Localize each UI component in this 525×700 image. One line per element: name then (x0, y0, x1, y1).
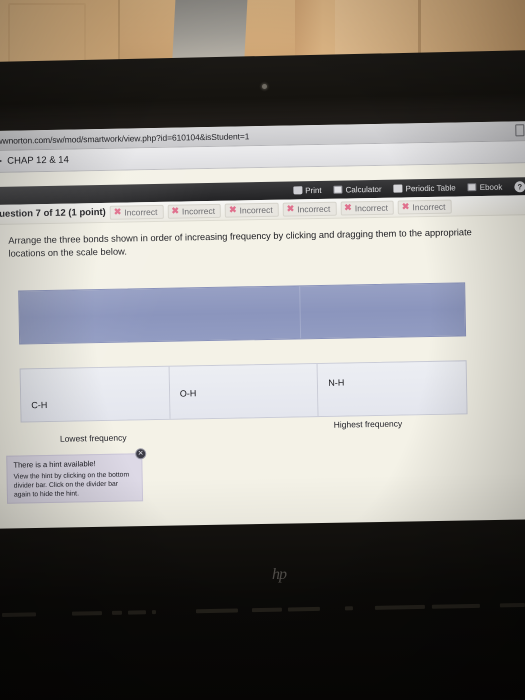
help-icon[interactable]: ? (514, 180, 525, 192)
bond-cell-nh[interactable]: N-H (317, 361, 467, 417)
status-badge[interactable]: ✖ Incorrect (282, 201, 337, 217)
bookmark-chap-12-14[interactable]: CHAP 12 & 14 (7, 155, 69, 167)
x-icon: ✖ (113, 206, 122, 217)
question-title: Question 7 of 12 (1 point) (0, 206, 106, 220)
bond-label: N-H (328, 377, 345, 388)
bond-cell-oh[interactable]: O-H (169, 364, 319, 419)
axis-label-highest: Highest frequency (333, 418, 403, 430)
bond-cells: C-H O-H N-H (19, 360, 468, 423)
laptop-screen: wwnorton.com/sw/mod/smartwork/view.php?i… (0, 121, 525, 543)
frequency-dropzone[interactable] (18, 282, 467, 345)
print-label: Print (305, 185, 322, 195)
status-badge[interactable]: ✖ Incorrect (224, 202, 279, 218)
hp-logo: hp (272, 566, 287, 583)
status-badge-label: Incorrect (297, 203, 331, 214)
printer-icon (293, 186, 303, 195)
bond-label: O-H (179, 388, 197, 399)
question-prompt: Arrange the three bonds shown in order o… (8, 227, 472, 260)
bond-label: C-H (31, 400, 48, 411)
periodic-table-button[interactable]: Periodic Table (393, 182, 456, 193)
url-text[interactable]: wwnorton.com/sw/mod/smartwork/view.php?i… (0, 131, 249, 146)
x-icon: ✖ (344, 202, 352, 213)
status-badge[interactable]: ✖ Incorrect (109, 204, 164, 220)
x-icon: ✖ (228, 204, 237, 215)
print-button[interactable]: Print (293, 185, 322, 195)
calculator-label: Calculator (345, 184, 382, 194)
bond-cell-ch[interactable]: C-H (20, 366, 171, 422)
status-badge-label: Incorrect (354, 202, 388, 213)
x-icon: ✖ (171, 205, 180, 216)
wall-gap (172, 0, 248, 58)
x-icon: ✖ (286, 203, 295, 214)
hint-body: View the hint by clicking on the bottom … (13, 471, 130, 499)
status-badge[interactable]: ✖ Incorrect (167, 203, 222, 219)
ebook-button[interactable]: Ebook (467, 182, 503, 192)
photo-scene: wwnorton.com/sw/mod/smartwork/view.php?i… (0, 0, 525, 700)
window-icon[interactable] (515, 124, 525, 137)
status-badge[interactable]: ✖ Incorrect (397, 199, 452, 215)
status-badge-label: Incorrect (181, 205, 216, 217)
table-icon (393, 184, 403, 193)
axis-label-lowest: Lowest frequency (59, 432, 127, 444)
book-icon (467, 183, 477, 192)
periodic-table-label: Periodic Table (405, 182, 456, 193)
x-icon: ✖ (401, 201, 410, 212)
calculator-icon (333, 185, 343, 194)
webcam-icon (262, 84, 267, 89)
close-icon[interactable]: ✕ (135, 448, 147, 460)
hint-popup: There is a hint available! View the hint… (6, 448, 147, 504)
status-badge-label: Incorrect (239, 204, 273, 215)
status-badge[interactable]: ✖ Incorrect (340, 200, 395, 216)
status-badge-label: Incorrect (412, 201, 446, 212)
smartwork-page: Print Calculator Periodic Table Ebook ? (0, 163, 525, 543)
ebook-label: Ebook (479, 182, 503, 192)
status-badge-label: Incorrect (124, 206, 158, 218)
calculator-button[interactable]: Calculator (333, 184, 382, 194)
chevron-right-icon: ▶ (0, 157, 3, 165)
dropzone-divider (299, 286, 302, 339)
